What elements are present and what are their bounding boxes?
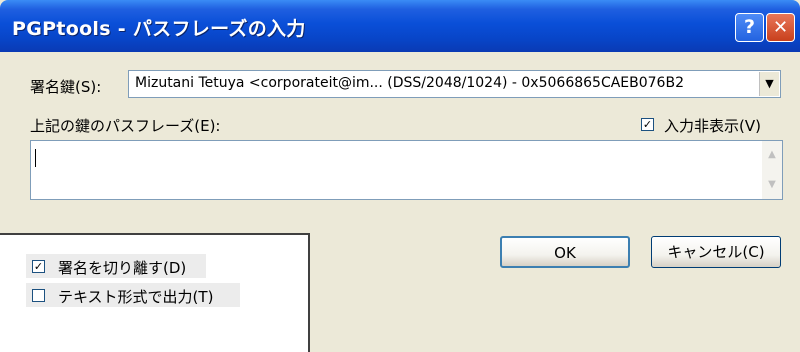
- passphrase-dialog: PGPtools - パスフレーズの入力 ? ✕ 署名鍵(S): Mizutan…: [0, 0, 800, 352]
- scroll-up-icon[interactable]: ▲: [764, 147, 780, 163]
- signing-key-select[interactable]: Mizutani Tetuya <corporateit@im... (DSS/…: [128, 70, 781, 98]
- text-output-checkbox[interactable]: [32, 289, 45, 302]
- signing-key-value: Mizutani Tetuya <corporateit@im... (DSS/…: [135, 75, 684, 91]
- hide-input-label[interactable]: 入力非表示(V): [664, 115, 761, 136]
- chevron-down-icon[interactable]: ▼: [759, 72, 779, 96]
- options-panel: ✓ 署名を切り離す(D) テキスト形式で出力(T): [0, 233, 310, 352]
- window-title: PGPtools - パスフレーズの入力: [12, 18, 306, 40]
- title-bar[interactable]: PGPtools - パスフレーズの入力 ? ✕: [0, 0, 800, 52]
- passphrase-label: 上記の鍵のパスフレーズ(E):: [30, 117, 221, 135]
- detach-signature-label[interactable]: 署名を切り離す(D): [58, 257, 186, 278]
- passphrase-input[interactable]: ▲ ▼: [30, 140, 783, 200]
- checkmark-icon: ✓: [642, 118, 653, 131]
- signing-key-label: 署名鍵(S):: [30, 78, 102, 96]
- checkmark-icon: ✓: [33, 260, 44, 273]
- scroll-down-icon[interactable]: ▼: [764, 177, 780, 193]
- ok-button[interactable]: OK: [500, 236, 630, 268]
- close-button[interactable]: ✕: [766, 13, 795, 42]
- text-output-label[interactable]: テキスト形式で出力(T): [58, 286, 213, 307]
- detach-signature-checkbox[interactable]: ✓: [32, 260, 45, 273]
- text-caret: [35, 149, 36, 167]
- cancel-button[interactable]: キャンセル(C): [651, 236, 781, 268]
- passphrase-scrollbar[interactable]: ▲ ▼: [762, 141, 782, 199]
- hide-input-checkbox[interactable]: ✓: [641, 118, 654, 131]
- help-button[interactable]: ?: [735, 13, 764, 42]
